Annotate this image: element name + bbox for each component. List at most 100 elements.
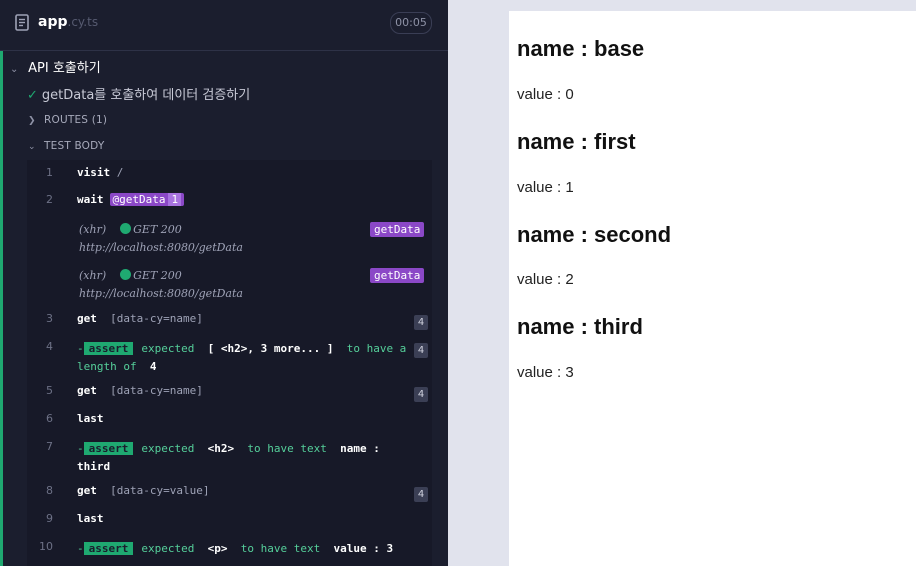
command-name: wait @getData 1 [77,193,185,206]
routes-toggle[interactable]: ❯ ROUTES (1) [28,114,107,126]
assert-badge: assert [83,542,134,555]
element-count-badge: 4 [414,315,428,330]
item-value-text: value : 3 [517,364,574,381]
assert-expected: expected [141,442,195,455]
command-list: 1 visit / 2 wait @getData 1 (xhr) GET 200 h… [27,160,432,566]
run-duration: 00:05 [390,12,432,34]
command-row[interactable]: 2 wait @getData 1 [27,193,432,213]
command-row[interactable]: 5 get [data-cy=name] 4 [27,384,432,404]
item-name-heading: name : second [517,222,672,247]
item-value-text: value : 0 [517,86,574,103]
item-value-text: value : 2 [517,271,574,288]
command-name-text: visit [77,166,111,179]
assert-message: - assert expected <p> to have text value :… [77,542,394,555]
assert-badge: assert [83,442,134,455]
xhr-info: (xhr) GET 200 http://localhost:8080/getDa… [79,221,243,257]
command-row[interactable]: 6 last [27,412,432,432]
command-row[interactable]: 8 get [data-cy=value] 4 [27,484,432,504]
command-number: 1 [46,166,53,179]
command-row[interactable]: 3 get [data-cy=name] 4 [27,312,432,332]
xhr-info: (xhr) GET 200 http://localhost:8080/getDa… [79,267,243,303]
assert-subject: [ <h2>, 3 more... ] [207,342,334,355]
command-name: last [77,412,104,425]
command-name: last [77,512,104,525]
command-number: 2 [46,193,53,206]
spec-ext-text: .cy.ts [67,15,99,29]
spec-name-text: app [38,14,68,30]
suite-title-row[interactable]: ⌄ API 호출하기 [10,57,101,77]
command-log-panel: app.cy.ts 00:05 ⌄ API 호출하기 ✓ getData를 호출하… [0,0,448,566]
assert-matcher: to have text [247,442,327,455]
command-arg: [data-cy=value] [110,484,210,497]
command-number: 9 [46,512,53,525]
item-name-heading: name : base [517,36,645,61]
command-arg: / [116,166,124,179]
status-dot-icon [120,223,132,234]
assert-message: - assert expected [ <h2>, 3 more... ] to h… [77,342,407,373]
item-name-heading: name : first [517,129,636,154]
command-name: get [data-cy=name] [77,384,203,397]
assert-value: 4 [149,360,157,373]
command-arg: [data-cy=name] [110,312,203,325]
command-number: 3 [46,312,53,325]
command-name: visit / [77,166,123,179]
item-value-text: value : 1 [517,179,574,196]
reporter-body: ⌄ API 호출하기 ✓ getData를 호출하여 데이터 검증하기 ❯ ROUT… [0,51,448,566]
xhr-alias-badge: getData [370,268,425,283]
xhr-alias-badge: getData [370,222,425,237]
command-number: 4 [46,340,53,353]
assert-row[interactable]: 4 - assert expected [ <h2>, 3 more... ] to… [27,340,432,378]
command-name: get [data-cy=name] [77,312,203,325]
assert-subject: <p> [207,542,228,555]
chevron-down-icon: ⌄ [10,64,19,75]
suite-title: API 호출하기 [28,61,101,76]
assert-row[interactable]: 7 - assert expected <h2> to have text name… [27,440,432,478]
item-name-heading: name : third [517,314,643,339]
check-icon: ✓ [27,88,38,103]
chevron-right-icon: ❯ [28,116,36,126]
command-number: 6 [46,412,53,425]
command-number: 5 [46,384,53,397]
test-body-toggle[interactable]: ⌄ TEST BODY [28,140,104,152]
assert-matcher: to have text [240,542,321,555]
alias-count: 1 [168,193,182,206]
file-icon [15,14,29,31]
command-number: 10 [39,540,53,553]
xhr-request: GET 200 [133,223,182,236]
assert-expected: expected [141,542,195,555]
test-body-label: TEST BODY [44,140,105,152]
routes-label: ROUTES (1) [44,114,108,126]
spec-file-name[interactable]: app.cy.ts [38,14,98,30]
command-number: 8 [46,484,53,497]
test-title: getData를 호출하여 데이터 검증하기 [41,88,251,103]
app-preview-frame: name : base value : 0 name : first value… [509,11,916,566]
xhr-request: GET 200 [133,269,182,282]
command-name: get [data-cy=value] [77,484,209,497]
test-title-row[interactable]: ✓ getData를 호출하여 데이터 검증하기 [27,84,250,103]
command-number: 7 [46,440,53,453]
assert-row[interactable]: 10 - assert expected <p> to have text valu… [27,540,432,560]
assert-value: value : 3 [333,542,394,555]
command-name-text: get [77,384,97,397]
xhr-row[interactable]: (xhr) GET 200 http://localhost:8080/getDa… [27,267,432,305]
assert-expected: expected [141,342,195,355]
chevron-down-icon: ⌄ [28,142,36,152]
element-count-badge: 4 [414,343,428,358]
xhr-method: (xhr) [79,223,107,236]
command-row[interactable]: 9 last [27,512,432,532]
status-dot-icon [120,269,132,280]
alias-badge: @getData 1 [109,193,185,206]
reporter-header: app.cy.ts 00:05 [0,0,448,51]
pass-indicator-bar [0,51,3,566]
command-name-text: get [77,312,97,325]
command-row[interactable]: 1 visit / [27,166,432,184]
assert-message: - assert expected <h2> to have text name :… [77,442,380,473]
assert-badge: assert [83,342,134,355]
alias-name: @getData [112,193,166,206]
assert-subject: <h2> [207,442,235,455]
xhr-url: http://localhost:8080/getData [79,287,243,300]
xhr-row[interactable]: (xhr) GET 200 http://localhost:8080/getDa… [27,221,432,259]
xhr-url: http://localhost:8080/getData [79,241,243,254]
command-arg: [data-cy=name] [110,384,203,397]
element-count-badge: 4 [414,387,428,402]
